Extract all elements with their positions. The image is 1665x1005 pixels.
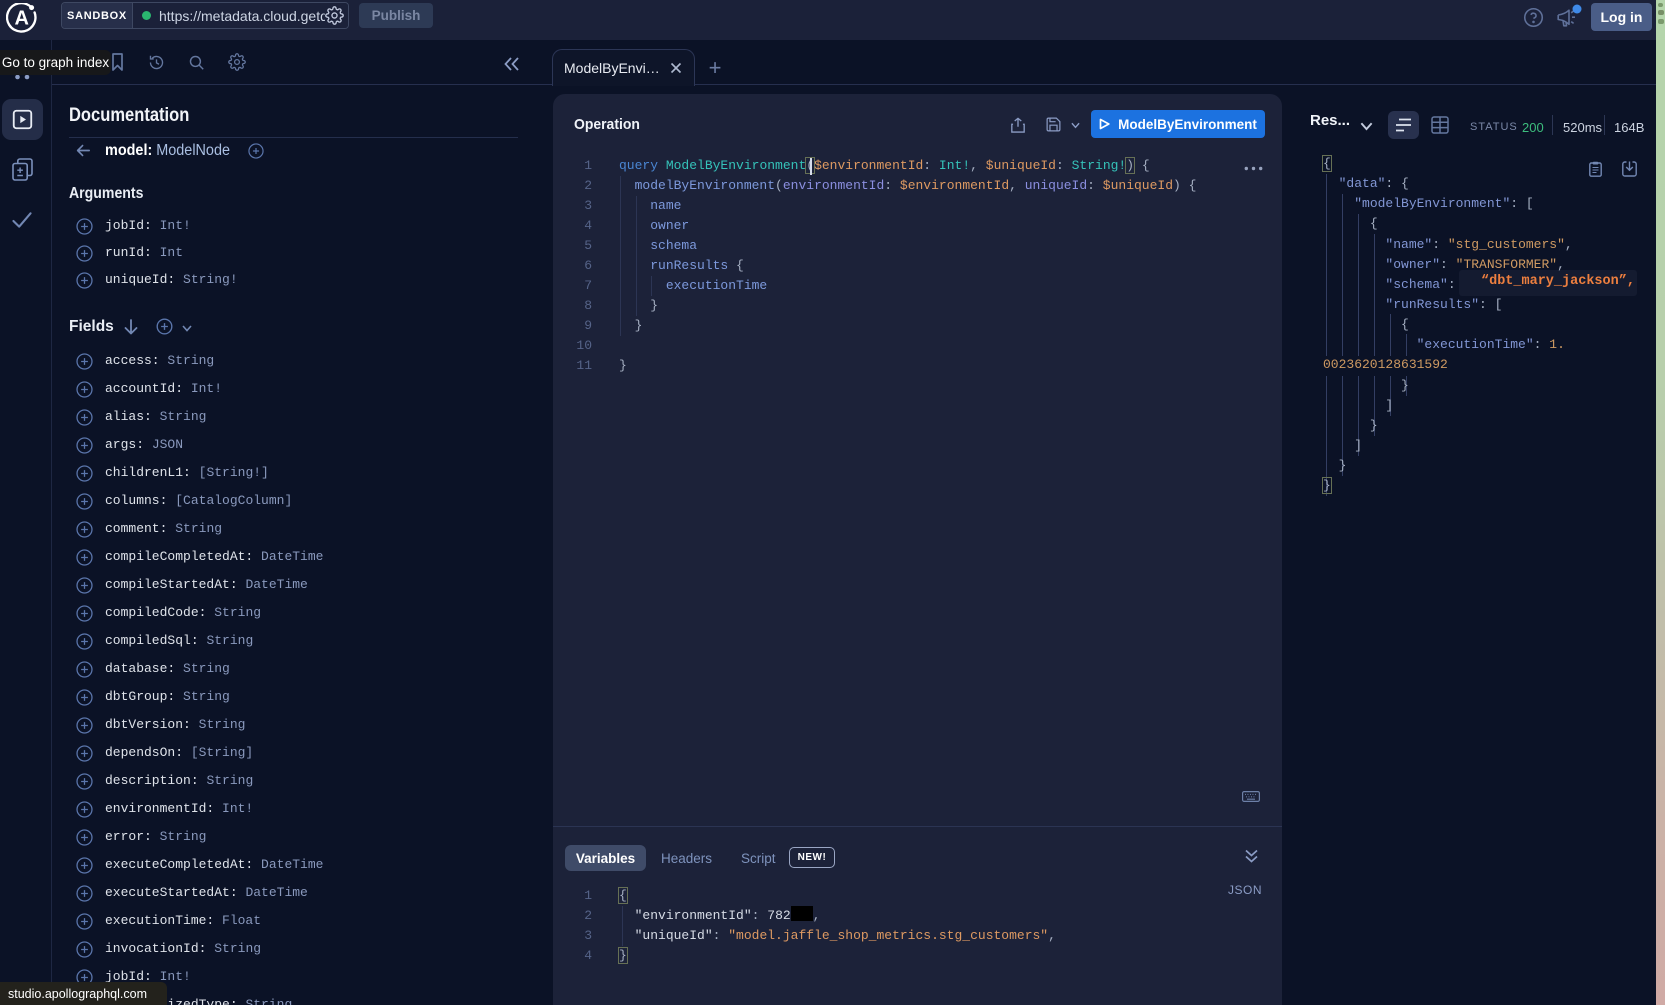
svg-text:A: A	[14, 8, 28, 30]
